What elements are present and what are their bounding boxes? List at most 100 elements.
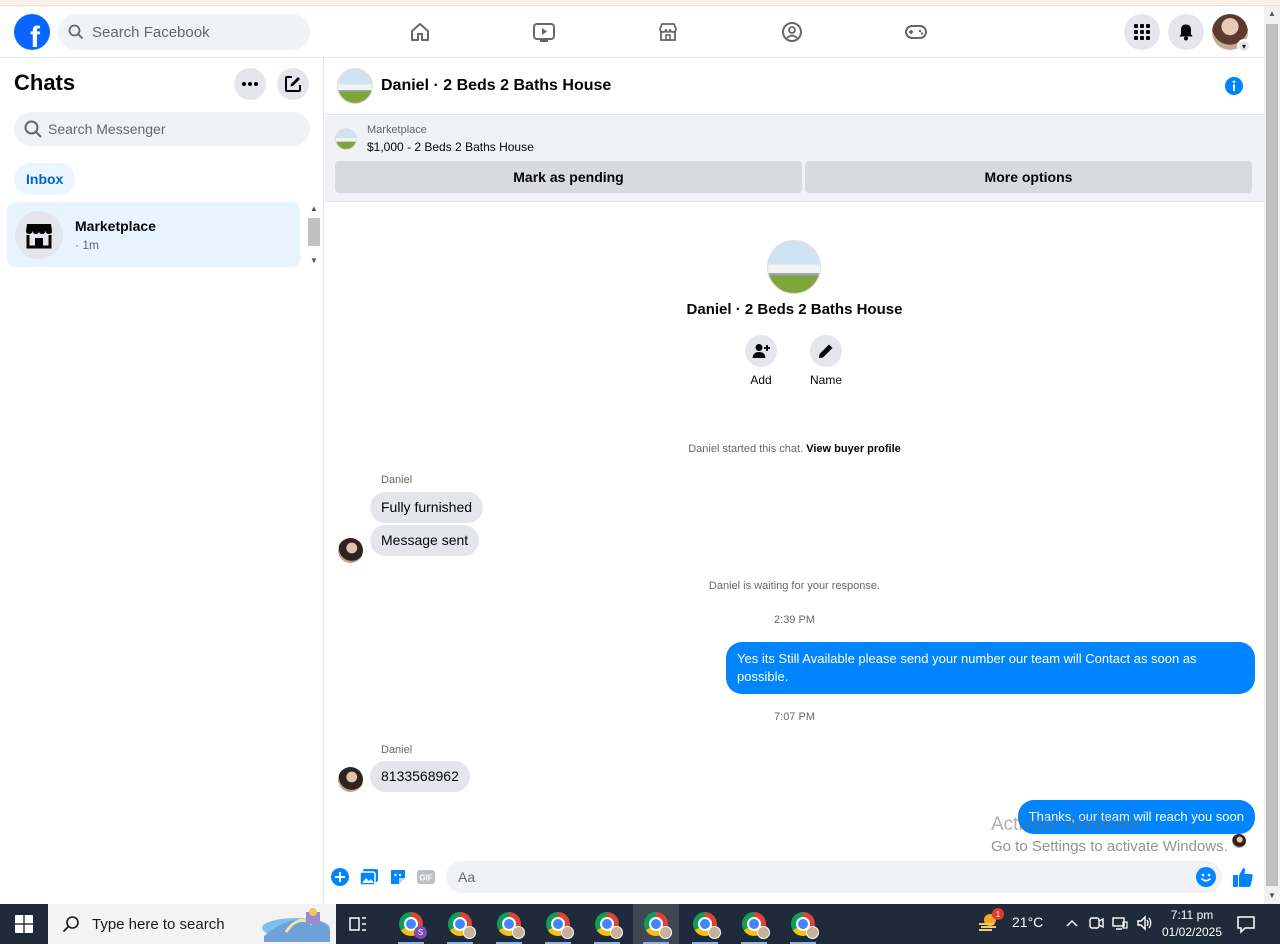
activate-windows-title: Activate Windows bbox=[991, 814, 1141, 835]
outgoing-message[interactable]: Yes its Still Available please send your… bbox=[726, 642, 1255, 694]
sticker-button[interactable] bbox=[388, 867, 408, 887]
store-icon bbox=[26, 223, 52, 248]
thumbs-up-icon bbox=[1233, 868, 1253, 887]
chat-started-text: Daniel started this chat. bbox=[688, 443, 804, 455]
nav-groups[interactable] bbox=[730, 6, 854, 58]
chat-item-time: · 1m bbox=[75, 237, 99, 252]
start-button[interactable] bbox=[0, 904, 48, 944]
facebook-search-input[interactable]: Search Facebook bbox=[58, 14, 310, 50]
new-message-button[interactable] bbox=[277, 68, 309, 100]
message-timestamp: 2:39 PM bbox=[774, 614, 815, 626]
task-view-icon bbox=[349, 917, 366, 931]
taskbar-search-placeholder: Type here to search bbox=[92, 915, 225, 933]
nav-gaming[interactable] bbox=[854, 6, 978, 58]
incoming-message[interactable]: Fully furnished bbox=[370, 492, 484, 523]
chrome-icon bbox=[742, 912, 770, 939]
messenger-search-input[interactable]: Search Messenger bbox=[14, 112, 310, 146]
menu-button[interactable] bbox=[1124, 14, 1160, 50]
profile-name: Daniel · 2 Beds 2 Baths House bbox=[686, 301, 903, 318]
mark-as-pending-button[interactable]: Mark as pending bbox=[335, 161, 802, 193]
sender-avatar[interactable] bbox=[338, 767, 363, 792]
conversation-title[interactable]: Daniel · 2 Beds 2 Baths House bbox=[381, 77, 611, 95]
search-icon bbox=[62, 916, 79, 933]
scroll-up-arrow-icon[interactable]: ▲ bbox=[307, 204, 321, 214]
chevron-down-icon: ▾ bbox=[1237, 39, 1251, 53]
profile-avatar[interactable] bbox=[767, 240, 821, 294]
taskbar-search-input[interactable]: Type here to search bbox=[48, 904, 336, 944]
sender-avatar[interactable] bbox=[338, 538, 363, 563]
nav-marketplace[interactable] bbox=[606, 6, 730, 58]
scroll-up-arrow-icon[interactable]: ▲ bbox=[1264, 6, 1280, 22]
more-actions-button[interactable] bbox=[330, 867, 350, 887]
taskbar-chrome-window[interactable] bbox=[535, 904, 581, 944]
add-label: Add bbox=[750, 373, 772, 387]
chat-list-scrollbar[interactable]: ▲ ▼ bbox=[307, 204, 321, 266]
taskbar-chrome-window[interactable] bbox=[780, 904, 826, 944]
taskbar-chrome-window[interactable] bbox=[731, 904, 777, 944]
home-icon bbox=[411, 23, 429, 41]
add-person-icon bbox=[752, 344, 770, 358]
sticker-icon bbox=[391, 870, 405, 884]
notification-center-button[interactable] bbox=[1236, 914, 1256, 939]
gif-icon: GIF bbox=[417, 870, 435, 884]
chat-options-button[interactable] bbox=[234, 68, 266, 100]
plus-circle-icon bbox=[331, 868, 349, 886]
attach-photo-button[interactable] bbox=[359, 867, 379, 887]
emoji-icon[interactable] bbox=[1196, 867, 1216, 887]
network-icon[interactable] bbox=[1112, 915, 1128, 931]
like-button[interactable] bbox=[1231, 865, 1255, 889]
nav-home[interactable] bbox=[358, 6, 482, 58]
more-options-button[interactable]: More options bbox=[805, 161, 1252, 193]
gif-button[interactable]: GIF bbox=[416, 867, 436, 887]
chevron-up-icon[interactable] bbox=[1064, 915, 1080, 931]
system-clock[interactable]: 7:11 pm 01/02/2025 bbox=[1156, 907, 1228, 941]
info-icon[interactable] bbox=[1224, 76, 1244, 101]
message-input-placeholder: Aa bbox=[458, 869, 476, 885]
task-view-button[interactable] bbox=[348, 914, 368, 939]
message-input[interactable]: Aa bbox=[446, 861, 1222, 893]
profile-badge-s: S bbox=[414, 926, 427, 939]
taskbar-chrome-window[interactable] bbox=[486, 904, 532, 944]
main-nav bbox=[358, 6, 978, 58]
compose-icon bbox=[285, 76, 301, 92]
facebook-logo-letter: f bbox=[30, 21, 40, 50]
temperature: 21°C bbox=[1012, 914, 1044, 930]
taskbar-chrome-window[interactable] bbox=[584, 904, 630, 944]
taskbar-chrome-profile-s[interactable]: S bbox=[388, 904, 434, 944]
edit-name-button[interactable]: Name bbox=[796, 335, 856, 387]
taskbar-chrome-window-active[interactable] bbox=[633, 904, 679, 944]
scroll-down-arrow-icon[interactable]: ▼ bbox=[1264, 888, 1280, 904]
weather-widget[interactable]: 1 21°C bbox=[978, 908, 1044, 932]
view-buyer-profile-link[interactable]: View buyer profile bbox=[806, 443, 901, 455]
taskbar-chrome-window[interactable] bbox=[437, 904, 483, 944]
page-scrollbar-thumb[interactable] bbox=[1266, 24, 1278, 886]
meet-now-icon[interactable] bbox=[1088, 915, 1104, 931]
groups-icon bbox=[782, 22, 802, 42]
scroll-down-arrow-icon[interactable]: ▼ bbox=[307, 256, 321, 266]
message-composer: GIF Aa bbox=[325, 858, 1264, 898]
weather-icon: 1 bbox=[978, 908, 1004, 932]
notifications-button[interactable] bbox=[1168, 14, 1204, 50]
tab-inbox[interactable]: Inbox bbox=[14, 163, 76, 195]
conversation-panel: Daniel · 2 Beds 2 Baths House Marketplac… bbox=[325, 58, 1264, 904]
search-icon bbox=[68, 24, 84, 40]
volume-icon[interactable] bbox=[1136, 915, 1154, 931]
gaming-icon bbox=[905, 25, 927, 39]
account-avatar[interactable]: ▾ bbox=[1212, 14, 1251, 53]
incoming-message[interactable]: 8133568962 bbox=[370, 761, 470, 792]
incoming-message[interactable]: Message sent bbox=[370, 525, 480, 556]
conversation-avatar[interactable] bbox=[337, 68, 373, 104]
nav-video[interactable] bbox=[482, 6, 606, 58]
windows-taskbar: Type here to search S 1 21°C 7:11 pm 01/… bbox=[0, 904, 1280, 944]
taskbar-chrome-window[interactable] bbox=[682, 904, 728, 944]
chat-item-marketplace[interactable]: Marketplace · 1m bbox=[7, 202, 300, 267]
search-icon bbox=[24, 120, 42, 138]
marketplace-banner: Marketplace $1,000 - 2 Beds 2 Baths Hous… bbox=[325, 116, 1264, 202]
page-scrollbar[interactable]: ▲ ▼ bbox=[1264, 6, 1280, 904]
marketplace-listing[interactable]: Marketplace $1,000 - 2 Beds 2 Baths Hous… bbox=[335, 124, 534, 154]
clock-date: 01/02/2025 bbox=[1161, 925, 1223, 939]
add-people-button[interactable]: Add bbox=[731, 335, 791, 387]
chrome-icon bbox=[448, 912, 476, 939]
scrollbar-thumb[interactable] bbox=[308, 218, 320, 246]
facebook-logo[interactable]: f bbox=[14, 14, 50, 50]
